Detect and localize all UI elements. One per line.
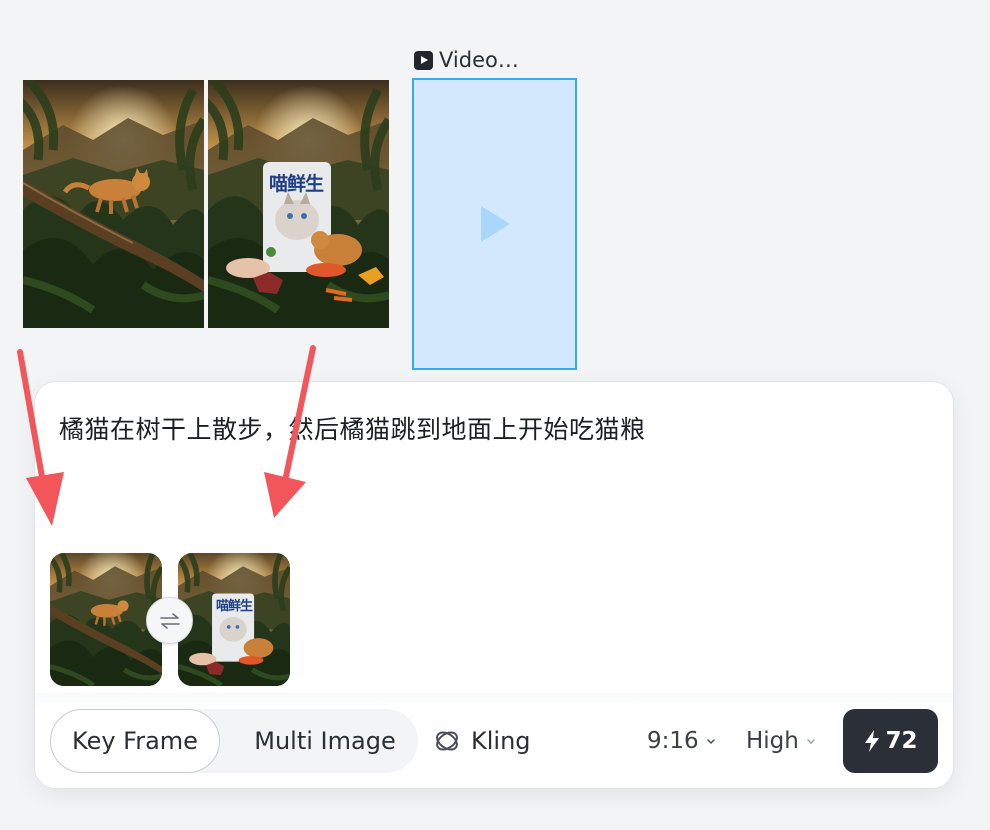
video-node-label: Video… (439, 48, 519, 72)
lightning-icon (865, 730, 880, 752)
aspect-ratio-value: 9:16 (647, 728, 699, 754)
model-selector[interactable]: Kling (433, 709, 531, 773)
model-label: Kling (471, 727, 531, 755)
video-node-header[interactable]: Video… (414, 48, 519, 72)
aspect-ratio-dropdown[interactable]: 9:16 (647, 709, 717, 773)
swap-icon (159, 612, 180, 629)
video-output-node[interactable] (412, 78, 577, 370)
chevron-down-icon (706, 739, 715, 745)
thumb-bag-title: 喵鲜生 (215, 599, 253, 614)
generation-toolbar: Key Frame Multi Image Kling 9:16 High 72 (35, 693, 953, 788)
prompt-input[interactable]: 橘猫在树干上散步，然后橘猫跳到地面上开始吃猫粮 (59, 410, 646, 446)
swap-frames-button[interactable] (146, 597, 193, 644)
end-frame-thumbnail[interactable]: 喵鲜生 (178, 553, 290, 686)
reference-image-end[interactable] (208, 80, 389, 328)
quality-dropdown[interactable]: High (746, 709, 817, 773)
tab-multi-image[interactable]: Multi Image (240, 709, 410, 773)
credit-cost: 72 (885, 728, 918, 754)
chevron-down-icon (807, 739, 815, 745)
cat-food-bag-title: 喵鲜生 (268, 173, 324, 195)
play-icon[interactable] (478, 204, 512, 244)
reference-image-start[interactable] (23, 80, 204, 328)
tab-key-frame[interactable]: Key Frame (50, 709, 220, 773)
video-icon (414, 50, 433, 70)
mode-switcher: Key Frame Multi Image (50, 709, 418, 773)
kling-logo-icon (436, 731, 458, 751)
generate-button[interactable]: 72 (843, 709, 938, 773)
quality-value: High (746, 728, 799, 754)
prompt-panel: 橘猫在树干上散步，然后橘猫跳到地面上开始吃猫粮 喵鲜生 Key Frame Mu… (34, 381, 954, 789)
